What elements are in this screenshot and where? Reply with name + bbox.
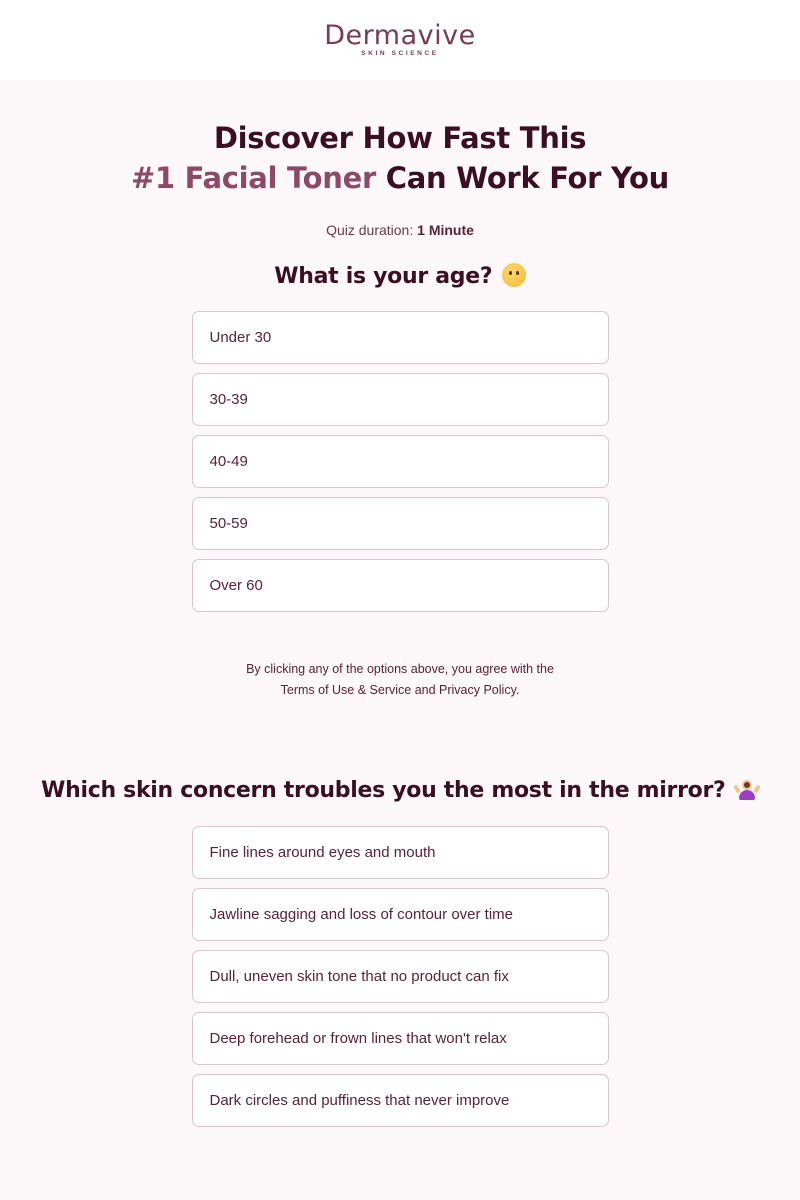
option-label: 40-49 [209,453,248,470]
option-label: Deep forehead or frown lines that won't … [209,1030,507,1047]
consent-text: By clicking any of the options above, yo… [0,659,800,701]
concern-option-fine-lines[interactable]: Fine lines around eyes and mouth [191,826,609,879]
option-label: 50-59 [209,515,248,532]
option-label: Fine lines around eyes and mouth [209,844,436,861]
age-option-under-30[interactable]: Under 30 [191,311,609,364]
site-header: Dermavive SKIN SCIENCE [0,0,800,80]
option-label: Dark circles and puffiness that never im… [209,1092,510,1109]
concern-option-forehead-lines[interactable]: Deep forehead or frown lines that won't … [191,1012,609,1065]
option-label: Jawline sagging and loss of contour over… [209,906,514,923]
brand-logo[interactable]: Dermavive SKIN SCIENCE [324,22,475,58]
hero-title-line1: Discover How Fast This [213,121,587,155]
hero-title-accent: #1 Facial Toner [131,161,376,195]
concern-option-dark-circles[interactable]: Dark circles and puffiness that never im… [191,1074,609,1127]
question-age-text: What is your age? [274,264,493,289]
consent-line2-link[interactable]: Terms of Use & Service and Privacy Polic… [281,683,520,697]
age-option-over-60[interactable]: Over 60 [191,559,609,612]
age-option-30-39[interactable]: 30-39 [191,373,609,426]
option-label: Under 30 [209,329,272,346]
concern-option-jawline-sagging[interactable]: Jawline sagging and loss of contour over… [191,888,609,941]
consent-line1: By clicking any of the options above, yo… [246,662,554,676]
quiz-duration-value: 1 Minute [417,222,474,238]
hero-title: Discover How Fast This #1 Facial Toner C… [0,118,800,198]
age-options: Under 30 30-39 40-49 50-59 Over 60 [191,311,609,612]
option-label: 30-39 [209,391,248,408]
concern-option-dull-skin[interactable]: Dull, uneven skin tone that no product c… [191,950,609,1003]
question-skin-concern-text: Which skin concern troubles you the most… [41,778,726,803]
quiz-duration: Quiz duration: 1 Minute [0,222,800,238]
age-option-50-59[interactable]: 50-59 [191,497,609,550]
option-label: Over 60 [209,577,263,594]
question-skin-concern-title: Which skin concern troubles you the most… [0,777,800,803]
thinking-face-icon [501,263,526,287]
age-option-40-49[interactable]: 40-49 [191,435,609,488]
brand-name: Dermavive [324,20,476,52]
quiz-duration-label: Quiz duration: [326,222,418,238]
option-label: Dull, uneven skin tone that no product c… [209,968,509,985]
person-shrugging-icon [733,777,761,801]
hero-title-line2: Can Work For You [375,161,670,195]
skin-concern-options: Fine lines around eyes and mouth Jawline… [191,826,609,1127]
brand-tagline: SKIN SCIENCE [361,50,439,58]
question-age-title: What is your age? [0,263,800,289]
